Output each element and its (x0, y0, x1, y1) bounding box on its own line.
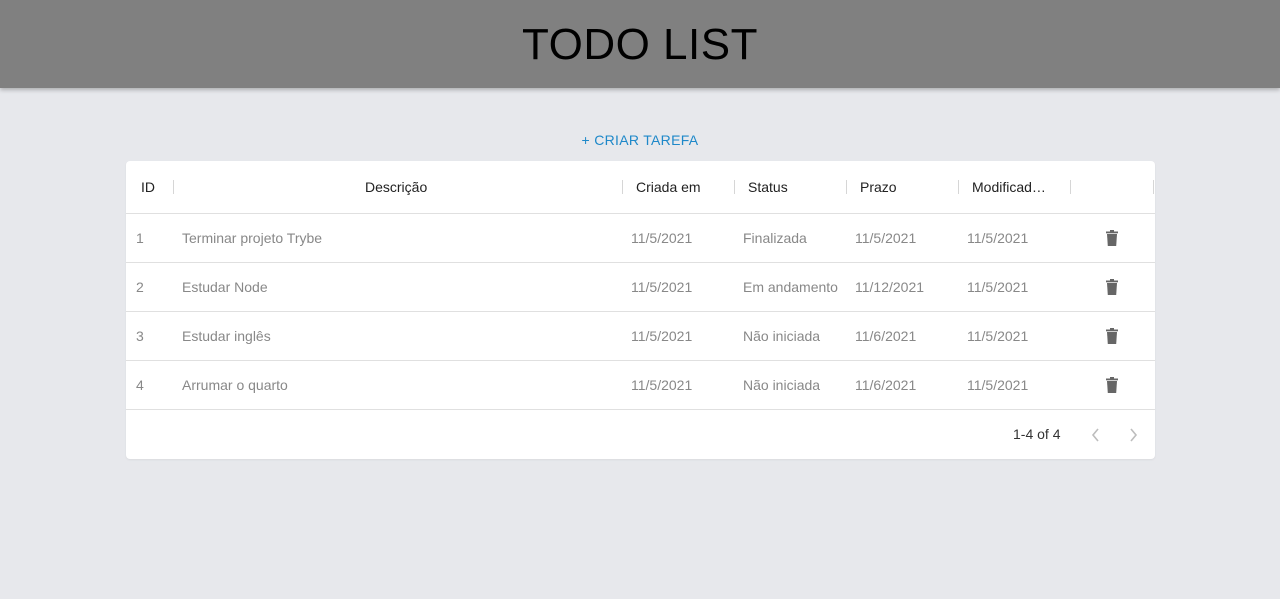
cell-created: 11/5/2021 (631, 328, 693, 344)
cell-modified: 11/5/2021 (967, 279, 1029, 295)
cell-description: Arrumar o quarto (182, 377, 288, 393)
column-header-modified[interactable]: Modificad… (972, 161, 1046, 213)
column-separator[interactable] (622, 180, 623, 194)
cell-description: Estudar Node (182, 279, 268, 295)
cell-created: 11/5/2021 (631, 377, 693, 393)
cell-id: 1 (136, 230, 144, 246)
trash-icon[interactable] (1106, 279, 1118, 295)
cell-id: 3 (136, 328, 144, 344)
table-row[interactable]: 4 Arrumar o quarto 11/5/2021 Não iniciad… (126, 361, 1155, 410)
column-header-description[interactable]: Descrição (365, 161, 427, 213)
cell-id: 4 (136, 377, 144, 393)
cell-status: Não iniciada (743, 377, 821, 393)
chevron-right-icon[interactable] (1125, 426, 1141, 444)
cell-deadline: 11/12/2021 (855, 279, 925, 295)
tasks-table: ID Descrição Criada em Status Prazo Modi… (126, 161, 1155, 459)
create-task-button[interactable]: + CRIAR TAREFA (0, 131, 1280, 149)
table-row[interactable]: 1 Terminar projeto Trybe 11/5/2021 Final… (126, 214, 1155, 263)
page-title: TODO LIST (522, 20, 758, 69)
table-footer: 1-4 of 4 (126, 410, 1155, 459)
column-header-id[interactable]: ID (141, 161, 155, 213)
cell-description: Estudar inglês (182, 328, 271, 344)
cell-modified: 11/5/2021 (967, 328, 1029, 344)
column-separator[interactable] (846, 180, 847, 194)
cell-status: Finalizada (743, 230, 807, 246)
cell-status: Em andamento (743, 279, 838, 295)
cell-status: Não iniciada (743, 328, 821, 344)
cell-id: 2 (136, 279, 144, 295)
column-header-created[interactable]: Criada em (636, 161, 701, 213)
column-header-status[interactable]: Status (748, 161, 788, 213)
column-header-deadline[interactable]: Prazo (860, 161, 897, 213)
cell-created: 11/5/2021 (631, 279, 693, 295)
cell-deadline: 11/6/2021 (855, 328, 917, 344)
pagination-range: 1-4 of 4 (1013, 426, 1061, 442)
trash-icon[interactable] (1106, 230, 1118, 246)
column-separator[interactable] (173, 180, 174, 194)
trash-icon[interactable] (1106, 328, 1118, 344)
cell-deadline: 11/5/2021 (855, 230, 917, 246)
trash-icon[interactable] (1106, 377, 1118, 393)
table-row[interactable]: 2 Estudar Node 11/5/2021 Em andamento 11… (126, 263, 1155, 312)
cell-modified: 11/5/2021 (967, 230, 1029, 246)
chevron-left-icon[interactable] (1088, 426, 1104, 444)
cell-created: 11/5/2021 (631, 230, 693, 246)
column-separator[interactable] (1153, 180, 1154, 194)
column-separator[interactable] (734, 180, 735, 194)
column-separator[interactable] (958, 180, 959, 194)
app-header: TODO LIST (0, 0, 1280, 88)
cell-deadline: 11/6/2021 (855, 377, 917, 393)
table-header: ID Descrição Criada em Status Prazo Modi… (126, 161, 1155, 214)
column-separator[interactable] (1070, 180, 1071, 194)
table-row[interactable]: 3 Estudar inglês 11/5/2021 Não iniciada … (126, 312, 1155, 361)
cell-description: Terminar projeto Trybe (182, 230, 323, 246)
cell-modified: 11/5/2021 (967, 377, 1029, 393)
